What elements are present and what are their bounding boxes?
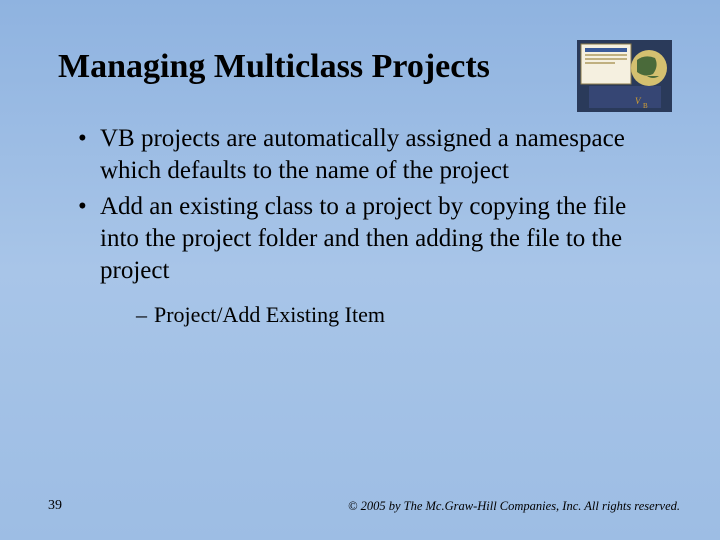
sub-bullet-item: Project/Add Existing Item: [136, 301, 662, 329]
logo-vb-globe-icon: V B: [577, 40, 672, 112]
page-number: 39: [48, 498, 62, 514]
bullet-text: Add an existing class to a project by co…: [100, 193, 626, 284]
bullet-item: Add an existing class to a project by co…: [78, 191, 662, 329]
bullet-list: VB projects are automatically assigned a…: [58, 123, 662, 329]
bullet-item: VB projects are automatically assigned a…: [78, 123, 662, 187]
svg-text:B: B: [643, 102, 648, 110]
sub-bullet-list: Project/Add Existing Item: [100, 301, 662, 329]
slide-title: Managing Multiclass Projects: [58, 48, 662, 85]
copyright-text: © 2005 by The Mc.Graw-Hill Companies, In…: [348, 499, 680, 514]
slide: V B Managing Multiclass Projects VB proj…: [0, 0, 720, 540]
